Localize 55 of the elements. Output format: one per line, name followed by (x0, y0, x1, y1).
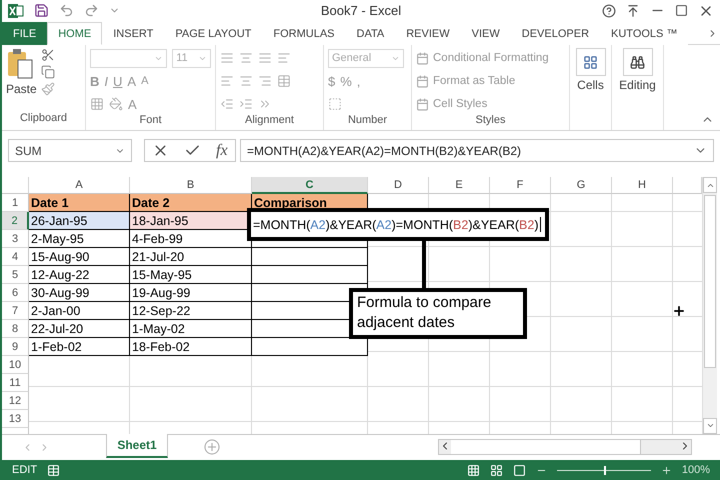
table-cell: 1-May-02 (130, 320, 252, 338)
row-header[interactable]: 8 (2, 320, 29, 338)
column-header[interactable]: H (612, 177, 673, 194)
zoom-level: 100% (682, 464, 710, 476)
table-cell: 1-Feb-02 (29, 338, 130, 356)
row-header[interactable]: 9 (2, 338, 29, 356)
table-cell: 12-Aug-22 (29, 266, 130, 284)
insert-function-button[interactable]: fx (216, 142, 228, 160)
sheet-tab[interactable]: Sheet1 (106, 434, 168, 458)
table-cell: 2-Jan-00 (29, 302, 130, 320)
table-cell: 12-Sep-22 (130, 302, 252, 320)
name-box[interactable]: SUM (8, 139, 132, 162)
row-header[interactable]: 6 (2, 284, 29, 302)
row-header[interactable]: 5 (2, 266, 29, 284)
column-header[interactable]: G (551, 177, 612, 194)
status-mode: EDIT (12, 464, 38, 476)
column-header[interactable]: D (368, 177, 429, 194)
row-header[interactable]: 3 (2, 230, 29, 248)
formula-bar[interactable]: =MONTH(A2)&YEAR(A2)=MONTH(B2)&YEAR(B2) (240, 139, 714, 162)
column-header[interactable]: F (490, 177, 551, 194)
row-header[interactable]: 7 (2, 302, 29, 320)
group-label: Clipboard (18, 112, 68, 126)
table-cell: 22-Jul-20 (29, 320, 130, 338)
column-header[interactable]: B (130, 177, 252, 194)
editing-button[interactable]: Editing (616, 48, 659, 92)
group-label: Alignment (244, 114, 295, 128)
table-cell: 15-Aug-90 (29, 248, 130, 266)
group-label: Styles (474, 114, 506, 128)
ribbon-tab[interactable]: HOME (47, 22, 102, 46)
table-cell: 26-Jan-95 (29, 212, 130, 230)
table-cell: 19-Aug-99 (130, 284, 252, 302)
cell-editor[interactable]: =MONTH(A2)&YEAR(A2)=MONTH(B2)&YEAR(B2) (247, 208, 549, 242)
row-header[interactable]: 4 (2, 248, 29, 266)
column-header[interactable]: A (29, 177, 130, 194)
callout-note: Formula to compare adjacent dates (349, 288, 527, 340)
group-label: Number (346, 114, 388, 128)
row-header[interactable]: 1 (2, 194, 29, 212)
table-cell: Date 1 (29, 194, 130, 212)
table-cell: 2-May-95 (29, 230, 130, 248)
row-header[interactable]: 13 (2, 410, 29, 428)
table-cell: Date 2 (130, 194, 252, 212)
row-header[interactable]: 11 (2, 374, 29, 392)
window-title: Book7 - Excel (320, 3, 402, 18)
paste-button[interactable]: Paste (6, 48, 37, 112)
ribbon-tab[interactable]: FILE (2, 22, 48, 46)
table-cell: 21-Jul-20 (130, 248, 252, 266)
row-header[interactable]: 2 (2, 212, 29, 230)
table-cell: 18-Feb-02 (130, 338, 252, 356)
column-header[interactable]: E (429, 177, 490, 194)
table-cell: 15-May-95 (130, 266, 252, 284)
table-cell: 30-Aug-99 (29, 284, 130, 302)
row-header[interactable]: 10 (2, 356, 29, 374)
column-header[interactable]: C (252, 177, 368, 194)
group-label: Font (138, 114, 162, 128)
row-header[interactable]: 12 (2, 392, 29, 410)
